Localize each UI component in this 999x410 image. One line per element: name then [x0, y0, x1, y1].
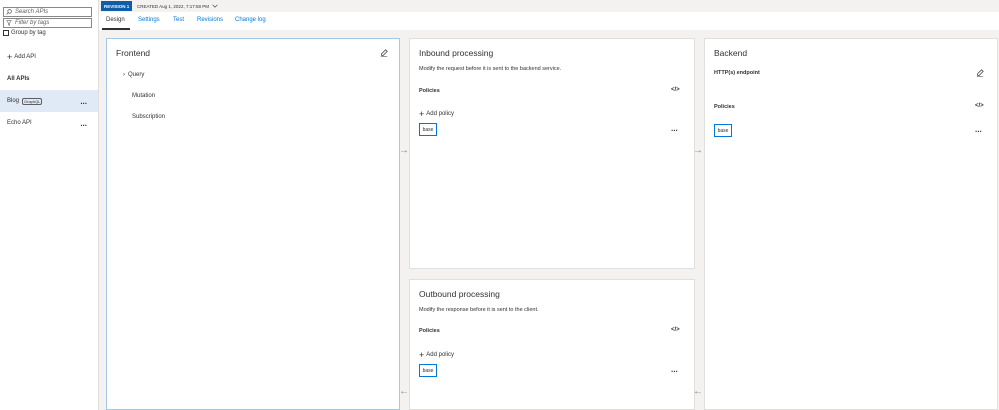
frontend-title: Frontend: [116, 48, 151, 58]
revision-badge[interactable]: REVISION 1: [101, 1, 133, 11]
outbound-base-policy[interactable]: base: [419, 364, 437, 377]
inbound-title: Inbound processing: [419, 48, 494, 58]
revision-created-dropdown[interactable]: CREATED Aug 1, 2022, 7:17:58 PM: [137, 1, 218, 11]
api-name: Echo API: [7, 120, 32, 126]
group-by-tag-label: Group by tag: [11, 30, 46, 36]
edit-pencil-icon[interactable]: [380, 49, 388, 57]
group-by-tag-checkbox[interactable]: [3, 30, 9, 36]
chevron-right-icon: ›: [123, 72, 125, 78]
add-policy-label: Add policy: [426, 352, 454, 358]
more-options-icon[interactable]: ...: [80, 97, 87, 106]
more-options-icon[interactable]: ...: [671, 124, 678, 133]
add-api-label: Add API: [14, 54, 36, 60]
filter-icon: [6, 20, 12, 26]
all-apis-heading[interactable]: All APIs: [7, 76, 29, 82]
outbound-policies-label: Policies: [419, 328, 440, 334]
outbound-title: Outbound processing: [419, 289, 500, 299]
edit-pencil-icon[interactable]: [976, 69, 984, 77]
frontend-item-subscription[interactable]: Subscription: [132, 114, 165, 120]
backend-policies-label: Policies: [714, 104, 735, 110]
backend-endpoint-label: HTTP(s) endpoint: [714, 70, 760, 76]
inbound-policies-label: Policies: [419, 88, 440, 94]
api-name: Blog: [7, 98, 20, 104]
search-icon: [6, 9, 12, 15]
group-by-tag-row[interactable]: Group by tag: [3, 30, 46, 36]
inbound-add-policy-button[interactable]: + Add policy: [419, 109, 454, 119]
outbound-subtitle: Modify the response before it is sent to…: [419, 307, 539, 313]
plus-icon: +: [7, 52, 13, 62]
api-sidebar: Search APIs Filter by tags Group by tag …: [0, 0, 99, 410]
arrow-left-icon: ←: [399, 386, 409, 397]
search-apis-placeholder: Search APIs: [15, 9, 49, 15]
frontend-item-mutation[interactable]: Mutation: [132, 93, 155, 99]
tab-revisions[interactable]: Revisions: [197, 17, 223, 23]
backend-panel: Backend HTTP(s) endpoint Policies </> ba…: [704, 38, 998, 410]
add-api-button[interactable]: + Add API: [7, 52, 36, 62]
add-policy-label: Add policy: [426, 111, 454, 117]
inbound-panel: Inbound processing Modify the request be…: [409, 38, 695, 269]
more-options-icon[interactable]: ...: [671, 365, 678, 374]
backend-base-policy[interactable]: base: [714, 124, 732, 137]
inbound-subtitle: Modify the request before it is sent to …: [419, 66, 562, 72]
api-item-blog[interactable]: Blog GraphQL ...: [0, 90, 98, 112]
design-canvas: Frontend › Query Mutation Subscription → …: [99, 30, 999, 410]
backend-title: Backend: [714, 48, 748, 58]
more-options-icon[interactable]: ...: [80, 119, 87, 128]
api-type-badge: GraphQL: [22, 97, 43, 105]
filter-tags-input[interactable]: Filter by tags: [3, 18, 92, 28]
arrow-right-icon: →: [399, 145, 409, 156]
search-apis-input[interactable]: Search APIs: [3, 7, 92, 17]
chevron-down-icon: [212, 4, 218, 8]
frontend-panel[interactable]: Frontend › Query Mutation Subscription: [106, 38, 400, 410]
tab-test[interactable]: Test: [173, 17, 184, 23]
outbound-add-policy-button[interactable]: + Add policy: [419, 350, 454, 360]
code-view-icon[interactable]: </>: [671, 87, 680, 93]
outbound-panel: Outbound processing Modify the response …: [409, 279, 695, 410]
tab-change-log[interactable]: Change log: [235, 17, 266, 23]
code-view-icon[interactable]: </>: [671, 327, 680, 333]
revision-bar: REVISION 1 CREATED Aug 1, 2022, 7:17:58 …: [99, 0, 999, 12]
more-options-icon[interactable]: ...: [975, 125, 982, 134]
code-view-icon[interactable]: </>: [975, 103, 984, 109]
frontend-item-query[interactable]: › Query: [123, 72, 144, 78]
tab-design[interactable]: Design: [106, 17, 125, 23]
plus-icon: +: [419, 350, 425, 360]
inbound-base-policy[interactable]: base: [419, 123, 437, 136]
tab-settings[interactable]: Settings: [138, 17, 160, 23]
api-item-echo[interactable]: Echo API ...: [0, 112, 98, 134]
filter-tags-placeholder: Filter by tags: [15, 20, 50, 26]
api-tabs: Design Settings Test Revisions Change lo…: [99, 12, 999, 30]
plus-icon: +: [419, 109, 425, 119]
frontend-item-label: Query: [128, 72, 145, 78]
revision-created-label: CREATED Aug 1, 2022, 7:17:58 PM: [137, 3, 209, 9]
